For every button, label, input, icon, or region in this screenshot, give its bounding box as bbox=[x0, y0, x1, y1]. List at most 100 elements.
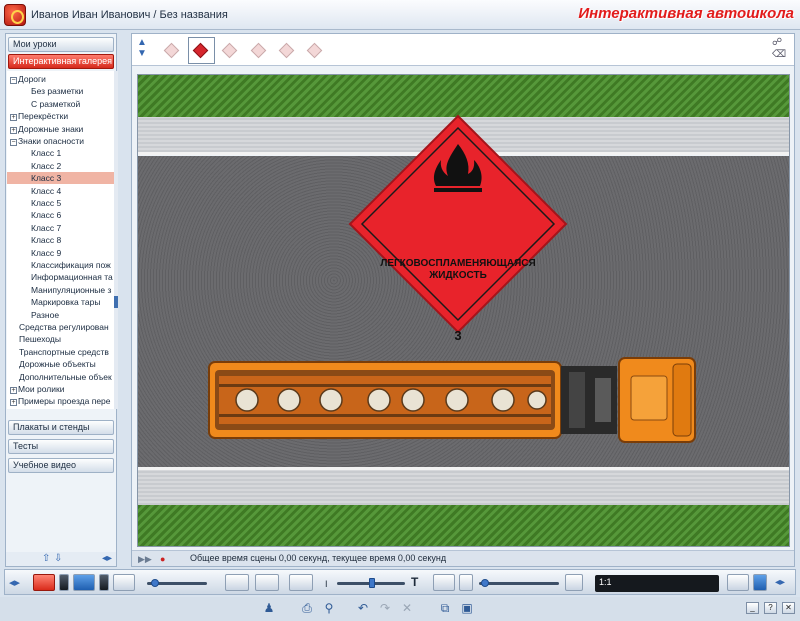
tree-item[interactable]: Пешеходы bbox=[7, 333, 115, 345]
expand-node-icon[interactable]: + bbox=[10, 399, 17, 407]
slide-thumb-6[interactable] bbox=[306, 42, 323, 59]
objects-icon[interactable]: ⧉ bbox=[438, 601, 452, 615]
tests-button[interactable]: Тесты bbox=[8, 439, 114, 454]
tree-item[interactable]: − Дороги bbox=[7, 73, 115, 85]
tree-item[interactable]: Класс 1 bbox=[7, 147, 115, 159]
toolbar-collapse-icon[interactable]: ◂▸ bbox=[9, 578, 20, 589]
fill-black-button[interactable] bbox=[59, 574, 69, 591]
zoom-tool-button[interactable] bbox=[255, 574, 279, 591]
slide-thumb-3[interactable] bbox=[221, 42, 238, 59]
tree-item-label: Манипуляционные з bbox=[31, 284, 112, 295]
tree-item[interactable]: Дополнительные объек bbox=[7, 371, 115, 383]
tree-item[interactable]: − Знаки опасности bbox=[7, 135, 115, 147]
stop-button[interactable] bbox=[565, 574, 583, 591]
strip-up-icon[interactable]: ▲ bbox=[137, 38, 147, 48]
draw-tool-button[interactable] bbox=[225, 574, 249, 591]
font-large-icon[interactable]: T bbox=[411, 576, 418, 588]
scene-prev-icon[interactable]: ▶▶ bbox=[138, 554, 152, 564]
tree-item[interactable]: Класс 6 bbox=[7, 209, 115, 221]
minimize-button[interactable]: _ bbox=[746, 602, 759, 614]
scene-canvas[interactable]: ЛЕГКОВОСПЛАМЕНЯЮЩАЯСЯ ЖИДКОСТЬ 3 bbox=[137, 74, 790, 547]
font-small-icon[interactable]: I bbox=[325, 579, 328, 589]
collapse-node-icon[interactable]: − bbox=[10, 139, 17, 146]
redo-icon[interactable]: ↷ bbox=[378, 601, 392, 615]
tree-item[interactable]: + Мои ролики bbox=[7, 383, 115, 395]
tree-scrollbar[interactable] bbox=[114, 71, 118, 409]
tree-item[interactable]: Класс 3 bbox=[7, 172, 115, 185]
play-mode-button[interactable] bbox=[459, 574, 473, 591]
timeline-slider-track[interactable] bbox=[479, 582, 559, 585]
tree-item-label: С разметкой bbox=[31, 98, 81, 109]
training-video-button[interactable]: Учебное видео bbox=[8, 458, 114, 473]
user-icon[interactable]: ♟ bbox=[262, 601, 276, 615]
help-button[interactable]: ? bbox=[764, 602, 777, 614]
paint-tool-button[interactable] bbox=[113, 574, 135, 591]
select-tool-button[interactable] bbox=[33, 574, 55, 591]
timeline-slider-knob[interactable] bbox=[481, 579, 489, 587]
footer-bar: ♟ ⎙ ⚲ ↶ ↷ ✕ ⧉ ▣ _ ? ✕ bbox=[0, 597, 800, 621]
app-logo-icon bbox=[4, 4, 26, 26]
expand-node-icon[interactable]: + bbox=[10, 114, 17, 122]
tree-item[interactable]: Класс 5 bbox=[7, 197, 115, 209]
comment-tool-button[interactable] bbox=[289, 574, 313, 591]
tree-item[interactable]: Класс 8 bbox=[7, 234, 115, 246]
fuel-tanker-truck[interactable] bbox=[207, 356, 697, 444]
placard-label-line2: ЖИДКОСТЬ bbox=[429, 270, 487, 281]
tree-item[interactable]: + Перекрёстки bbox=[7, 110, 115, 122]
tree-item[interactable]: + Примеры проезда пере bbox=[7, 395, 115, 407]
close-button[interactable]: ✕ bbox=[782, 602, 795, 614]
tree-item[interactable]: Манипуляционные з bbox=[7, 284, 115, 296]
screen-mode-button[interactable] bbox=[73, 574, 95, 591]
tree-item[interactable]: Транспортные средств bbox=[7, 346, 115, 358]
tree-item-label: Класс 6 bbox=[31, 210, 62, 221]
slide-thumb-4[interactable] bbox=[250, 42, 267, 59]
tree-item[interactable]: Маркировка тары bbox=[7, 296, 115, 308]
tree-item[interactable]: Класс 7 bbox=[7, 222, 115, 234]
expand-node-icon[interactable]: + bbox=[10, 126, 17, 134]
undo-icon[interactable]: ↶ bbox=[356, 601, 370, 615]
print-icon[interactable]: ⎙ bbox=[300, 601, 314, 615]
tree-item[interactable]: Информационная та bbox=[7, 271, 115, 283]
posters-button[interactable]: Плакаты и стенды bbox=[8, 420, 114, 435]
font-size-slider-knob[interactable] bbox=[369, 578, 375, 588]
tree-item-label: Примеры проезда пере bbox=[18, 396, 111, 407]
strip-delete-icon[interactable]: ⌫ bbox=[772, 50, 786, 60]
strip-settings-icon[interactable]: ☍ bbox=[772, 38, 782, 48]
collapse-panel-icon[interactable]: ◂▸ bbox=[102, 554, 112, 564]
tree-item-label: Класс 7 bbox=[31, 222, 62, 233]
move-up-icon[interactable]: ⇧ bbox=[42, 554, 50, 564]
tree-item[interactable]: Без разметки bbox=[7, 85, 115, 97]
tree-item[interactable]: Класс 2 bbox=[7, 160, 115, 172]
help-tools-button[interactable] bbox=[727, 574, 749, 591]
tree-scroll-thumb[interactable] bbox=[114, 296, 118, 308]
placard-class-number: 3 bbox=[454, 328, 462, 343]
tree-item[interactable]: С разметкой bbox=[7, 98, 115, 110]
interactive-gallery-button[interactable]: Интерактивная галерея bbox=[8, 54, 114, 69]
slide-thumb-5[interactable] bbox=[278, 42, 295, 59]
expand-node-icon[interactable]: + bbox=[10, 387, 17, 394]
tree-item-label: Класс 5 bbox=[31, 198, 62, 208]
strip-down-icon[interactable]: ▼ bbox=[137, 49, 147, 59]
search-icon[interactable]: ⚲ bbox=[322, 601, 336, 615]
slide-thumb-1[interactable] bbox=[163, 42, 180, 59]
tree-item[interactable]: Средства регулирован bbox=[7, 321, 115, 333]
export-button[interactable] bbox=[753, 574, 767, 591]
tree-item[interactable]: Классификация пож bbox=[7, 259, 115, 271]
record-icon[interactable]: ● bbox=[160, 554, 165, 564]
window-icon[interactable]: ▣ bbox=[460, 601, 474, 615]
tree-item[interactable]: + Дорожные знаки bbox=[7, 123, 115, 135]
tree-item[interactable]: Дорожные объекты bbox=[7, 358, 115, 370]
collapse-node-icon[interactable]: − bbox=[10, 77, 17, 84]
move-down-icon[interactable]: ⇩ bbox=[54, 554, 62, 564]
tree-item[interactable]: Класс 9 bbox=[7, 247, 115, 259]
tree-item[interactable]: Разное bbox=[7, 309, 115, 321]
play-button[interactable] bbox=[433, 574, 455, 591]
toolbar-expand-icon[interactable]: ◂▸ bbox=[775, 578, 785, 588]
speed-slider-knob[interactable] bbox=[151, 579, 159, 587]
fill-dark-button[interactable] bbox=[99, 574, 109, 591]
tree-item[interactable]: Класс 4 bbox=[7, 185, 115, 197]
my-lessons-button[interactable]: Мои уроки bbox=[8, 37, 114, 52]
delete-icon[interactable]: ✕ bbox=[400, 601, 414, 615]
tree-item-label: Дорожные объекты bbox=[19, 359, 96, 370]
hazard-placard-class-3[interactable] bbox=[348, 114, 568, 334]
